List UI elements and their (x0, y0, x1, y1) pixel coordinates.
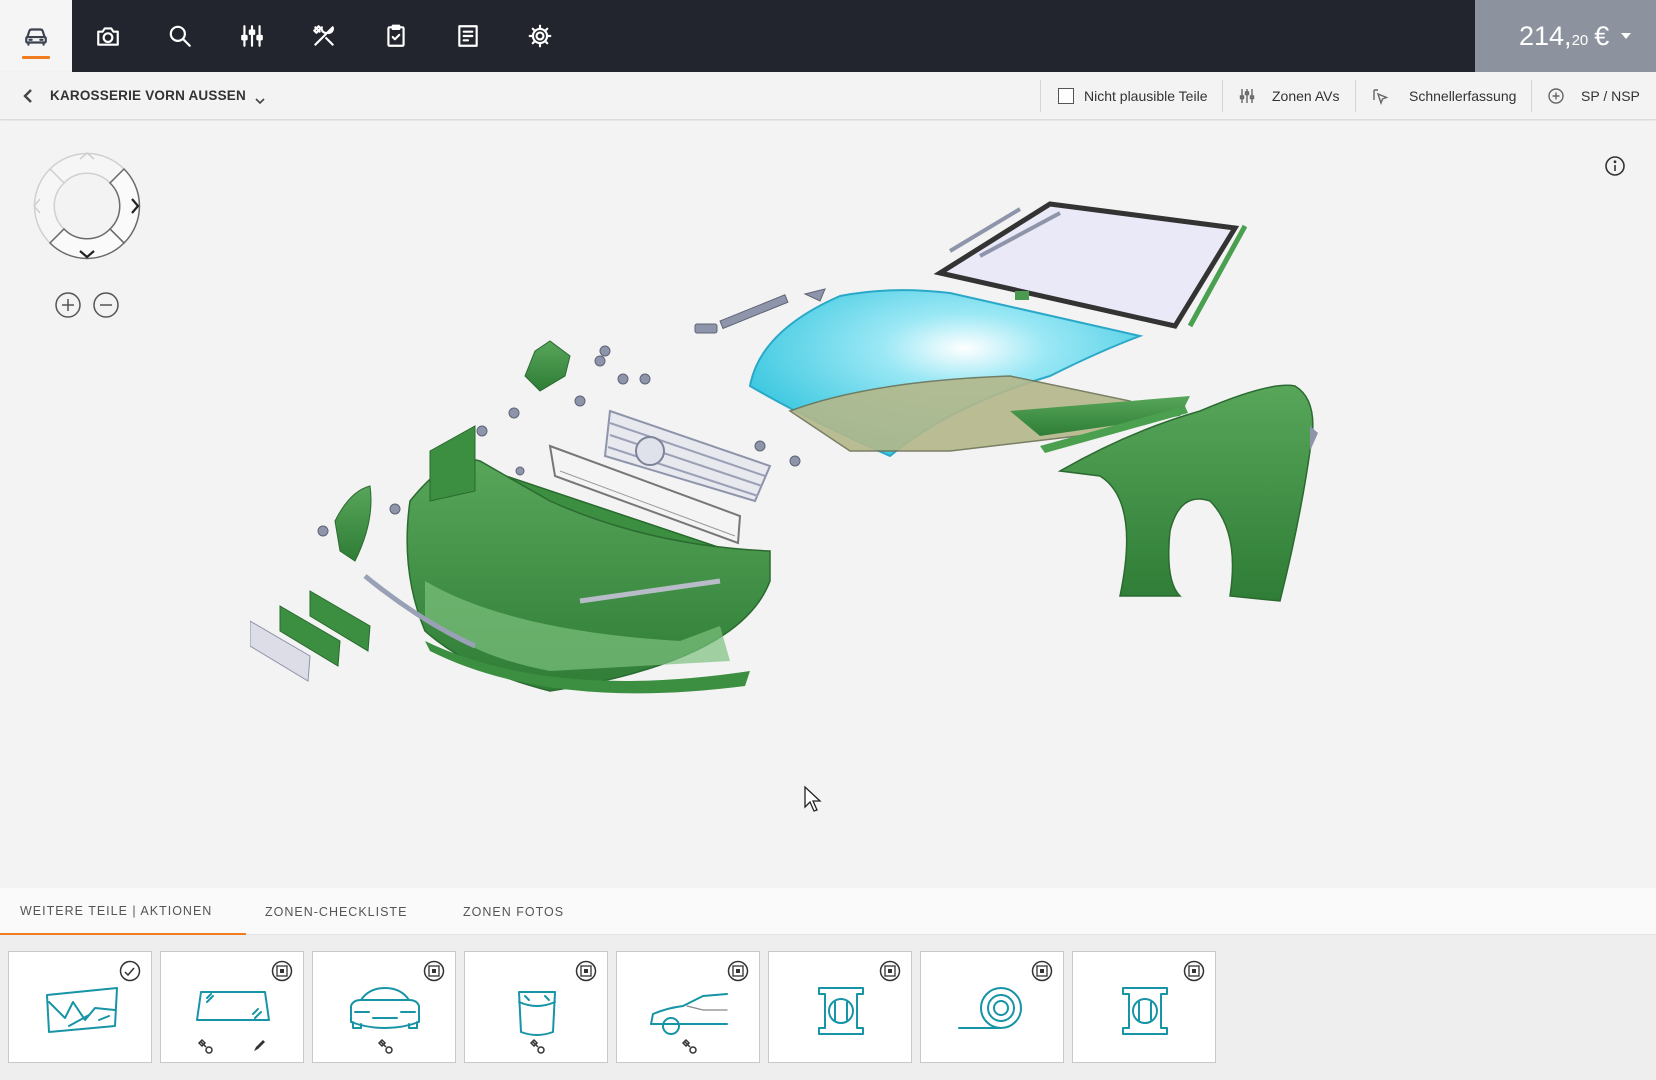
tab-label: ZONEN-CHECKLISTE (265, 904, 408, 919)
wrench-icon (197, 1038, 213, 1054)
car-front-exploded-view[interactable] (250, 201, 1400, 721)
zoom-out-button[interactable] (92, 291, 120, 319)
paint-brush-icon (254, 1040, 265, 1051)
car-front-icon (343, 980, 427, 1042)
damage-map-icon (39, 980, 123, 1042)
tab-zone-checklist[interactable]: ZONEN-CHECKLISTE (265, 888, 407, 935)
price-currency: € (1594, 20, 1610, 51)
chevron-down-icon (1621, 33, 1632, 39)
wrench-icon (529, 1038, 545, 1054)
car-icon[interactable] (0, 0, 72, 72)
fast-capture-badge-icon (575, 960, 597, 982)
action-card-car-front[interactable] (312, 951, 456, 1063)
implausible-parts-toggle[interactable]: Nicht plausible Teile (1058, 80, 1207, 112)
plus-circle-icon (1548, 88, 1564, 104)
sp-nsp-button[interactable]: SP / NSP (1547, 80, 1640, 112)
total-price-button[interactable]: 214, 20 € (1475, 0, 1656, 72)
3d-parts-viewer[interactable] (0, 121, 1656, 888)
tab-more-parts-actions[interactable]: WEITERE TEILE | AKTIONEN (0, 888, 246, 935)
measurement-frame-icon (799, 980, 883, 1042)
receipt-icon[interactable] (432, 0, 504, 72)
sp-nsp-label: SP / NSP (1581, 88, 1640, 104)
zoom-in-button[interactable] (54, 291, 82, 319)
action-card-windshield[interactable] (160, 951, 304, 1063)
car-side-icon (647, 980, 731, 1042)
tab-label: WEITERE TEILE | AKTIONEN (20, 903, 213, 918)
action-cards-panel (0, 935, 1656, 1080)
fast-capture-badge-icon (879, 960, 901, 982)
quick-capture-label: Schnellerfassung (1409, 88, 1517, 104)
sliders-icon (1239, 89, 1255, 103)
bottom-tab-bar: WEITERE TEILE | AKTIONEN ZONEN-CHECKLIST… (0, 888, 1656, 935)
action-card-paint[interactable] (464, 951, 608, 1063)
action-card-measurement-frame-2[interactable] (1072, 951, 1216, 1063)
action-card-measurement-frame[interactable] (768, 951, 912, 1063)
measurement-frame-icon (1103, 980, 1187, 1042)
fast-capture-badge-icon (423, 960, 445, 982)
tab-label: ZONEN FOTOS (463, 904, 565, 919)
quick-capture-button[interactable]: Schnellerfassung (1371, 80, 1516, 112)
gear-icon[interactable] (504, 0, 576, 72)
windshield-repair-icon (191, 980, 275, 1042)
sliders-icon[interactable] (216, 0, 288, 72)
action-card-damage-map[interactable] (8, 951, 152, 1063)
wrench-icon (377, 1038, 393, 1054)
price-integer: 214, (1519, 20, 1572, 51)
fast-capture-badge-icon (1183, 960, 1205, 982)
divider (1355, 80, 1356, 112)
pan-down-button (48, 227, 126, 260)
back-button[interactable] (18, 86, 38, 106)
pan-left-button (33, 167, 66, 245)
zone-title[interactable]: KAROSSERIE VORN AUSSEN (50, 88, 246, 103)
tools-icon[interactable] (288, 0, 360, 72)
paint-bucket-icon (495, 980, 579, 1042)
info-icon[interactable] (1604, 155, 1626, 177)
action-card-car-side[interactable] (616, 951, 760, 1063)
clipboard-check-icon[interactable] (360, 0, 432, 72)
zones-av-button[interactable]: Zonen AVs (1238, 80, 1339, 112)
fast-capture-badge-icon (271, 960, 293, 982)
chevron-down-icon[interactable] (255, 92, 265, 105)
chevron-left-icon (23, 89, 32, 103)
search-icon[interactable] (144, 0, 216, 72)
bumper-side-bracket-part (429, 425, 476, 502)
tab-zone-photos[interactable]: ZONEN FOTOS (463, 888, 564, 935)
checkmark-badge-icon (119, 960, 141, 982)
fast-capture-badge-icon (727, 960, 749, 982)
pan-right-button (108, 167, 141, 245)
top-navigation-bar: 214, 20 € (0, 0, 1656, 72)
pan-up-button (48, 152, 126, 185)
price-cents: 20 (1571, 31, 1589, 49)
action-card-roll[interactable] (920, 951, 1064, 1063)
license-plate-part (250, 590, 371, 682)
wrench-icon (681, 1038, 697, 1054)
implausible-parts-checkbox[interactable] (1058, 88, 1074, 104)
mouse-cursor-icon (804, 785, 822, 812)
camera-icon[interactable] (72, 0, 144, 72)
implausible-parts-label: Nicht plausible Teile (1084, 88, 1208, 104)
zones-av-label: Zonen AVs (1272, 88, 1340, 104)
fast-capture-badge-icon (1031, 960, 1053, 982)
divider (1040, 80, 1041, 112)
roll-icon (951, 980, 1035, 1042)
navigation-pad (22, 141, 152, 271)
pointer-select-icon (1373, 89, 1389, 105)
zone-toolbar: KAROSSERIE VORN AUSSEN Nicht plausible T… (0, 72, 1656, 120)
divider (1222, 80, 1223, 112)
divider (1531, 80, 1532, 112)
